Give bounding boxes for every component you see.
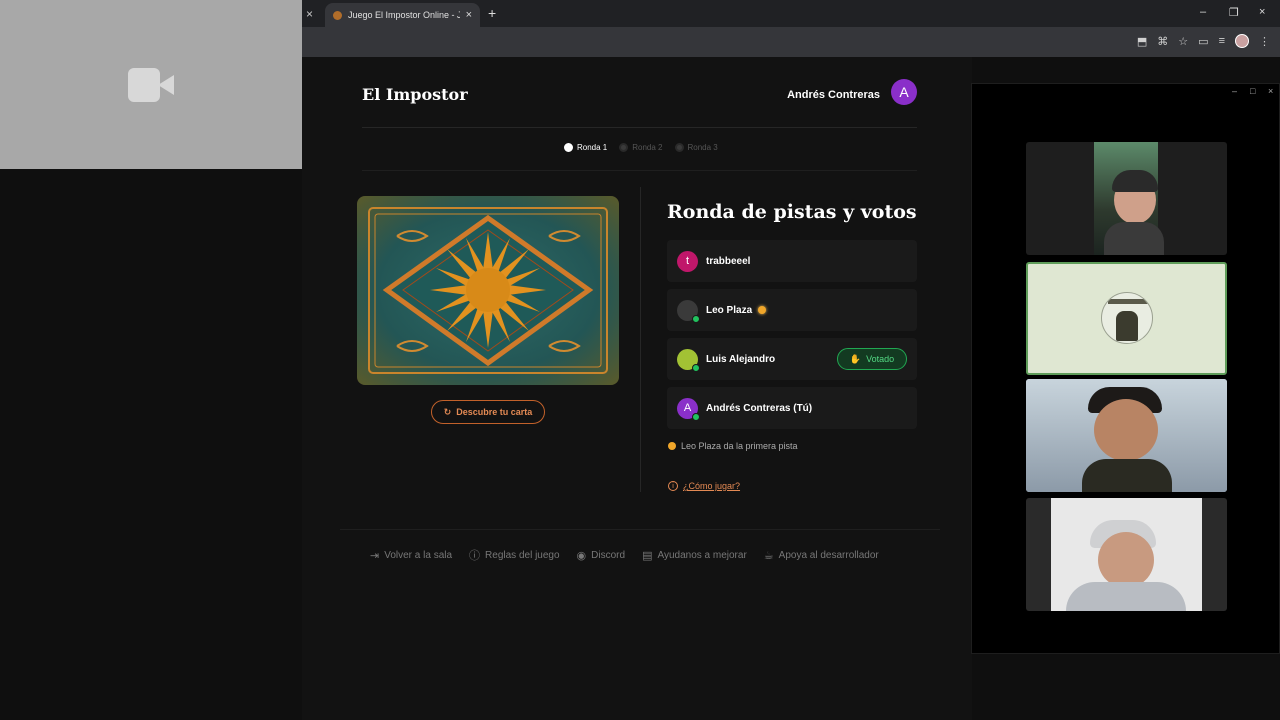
- footer-discord[interactable]: ◉ Discord: [577, 547, 626, 563]
- video-tile[interactable]: [1026, 379, 1227, 492]
- side-panel-icon[interactable]: ▭: [1198, 35, 1208, 48]
- panel-title: Ronda de pistas y votos: [667, 201, 917, 223]
- feedback-icon: ▤: [642, 549, 653, 562]
- player-row[interactable]: t trabbeeel: [667, 240, 917, 282]
- tab-close-icon[interactable]: ×: [306, 7, 313, 21]
- profile-avatar-icon[interactable]: [1235, 34, 1249, 48]
- player-row[interactable]: Luis Alejandro ✋ Votado: [667, 338, 917, 380]
- video-tile-active-speaker[interactable]: [1026, 262, 1227, 375]
- refresh-icon: ↻: [443, 406, 452, 417]
- discord-icon: ◉: [576, 549, 587, 562]
- camera-off-overlay: [0, 0, 302, 169]
- sun-card-art: [368, 207, 608, 374]
- video-tile[interactable]: [1026, 498, 1227, 611]
- hand-icon: ✋: [849, 353, 862, 364]
- player-name: trabbeeel: [706, 255, 751, 267]
- divider: [340, 529, 940, 530]
- footer-feedback[interactable]: ▤ Ayudanos a mejorar: [642, 547, 747, 563]
- bookmark-star-icon[interactable]: ☆: [1178, 35, 1188, 48]
- player-name: Leo Plaza: [706, 304, 753, 316]
- coffee-icon: ☕: [763, 549, 774, 562]
- player-avatar: [677, 348, 700, 372]
- video-tile[interactable]: [1026, 142, 1227, 255]
- exit-icon: ⇥: [370, 549, 380, 562]
- info-icon: i: [668, 481, 678, 491]
- favicon-icon: [333, 10, 342, 20]
- menu-kebab-icon[interactable]: ⋮: [1259, 35, 1270, 48]
- browser-tab-active[interactable]: Juego El Impostor Online - Jugar ×: [325, 3, 480, 27]
- footer-support[interactable]: ☕ Apoya al desarrollador: [764, 547, 879, 563]
- player-row[interactable]: A Andrés Contreras (Tú): [667, 387, 917, 429]
- player-name: Luis Alejandro: [706, 353, 776, 365]
- video-camera-icon: [128, 67, 174, 102]
- footer-rules[interactable]: ⓘ Reglas del juego: [469, 547, 560, 563]
- install-app-icon[interactable]: ⬒: [1137, 35, 1147, 48]
- player-avatar: A: [677, 397, 700, 421]
- reveal-card-button[interactable]: ↻ Descubre tu carta: [431, 400, 545, 424]
- new-tab-button[interactable]: +: [488, 5, 496, 21]
- minimize-icon[interactable]: –: [1232, 86, 1237, 96]
- tab-title: Juego El Impostor Online - Jugar: [348, 10, 460, 20]
- game-card-back[interactable]: [357, 196, 619, 385]
- player-list: t trabbeeel Leo Plaza Luis Alejandro ✋ V…: [667, 240, 917, 436]
- divider: [362, 127, 917, 128]
- close-icon[interactable]: ×: [1268, 86, 1273, 96]
- player-avatar: t: [677, 250, 698, 272]
- divider: [362, 170, 917, 171]
- close-window-icon[interactable]: ×: [1259, 6, 1265, 18]
- game-app: El Impostor Andrés Contreras A Ronda 1 R…: [302, 57, 972, 720]
- video-call-panel: – □ ×: [971, 83, 1280, 654]
- translate-icon[interactable]: ⌘: [1157, 35, 1168, 48]
- media-controls-icon[interactable]: ≡: [1219, 35, 1225, 47]
- divider: [640, 187, 641, 492]
- user-avatar[interactable]: A: [891, 79, 917, 105]
- ready-check-icon: [692, 412, 700, 421]
- info-icon: ⓘ: [469, 550, 481, 562]
- player-row[interactable]: Leo Plaza: [667, 289, 917, 331]
- ready-check-icon: [692, 363, 700, 372]
- player-name: Andrés Contreras (Tú): [706, 402, 813, 414]
- how-to-play-link[interactable]: i ¿Cómo jugar?: [668, 481, 740, 491]
- brand-logo[interactable]: El Impostor: [362, 85, 468, 104]
- round-step-1: Ronda 1: [564, 143, 607, 152]
- sun-icon: [758, 306, 767, 314]
- round-step-3: Ronda 3: [674, 143, 718, 152]
- sun-icon: [668, 442, 676, 450]
- minimize-icon[interactable]: –: [1200, 6, 1206, 18]
- voted-button[interactable]: ✋ Votado: [837, 348, 907, 370]
- player-avatar: [677, 299, 700, 323]
- footer-links: ⇥ Volver a la sala ⓘ Reglas del juego ◉ Dis…: [370, 547, 879, 563]
- tab-close-icon[interactable]: ×: [466, 9, 472, 21]
- user-name: Andrés Contreras: [787, 89, 880, 101]
- clue-hint: Leo Plaza da la primera pista: [668, 441, 798, 451]
- round-indicator: Ronda 1 Ronda 2 Ronda 3: [564, 143, 718, 152]
- maximize-icon[interactable]: □: [1250, 86, 1255, 96]
- ready-check-icon: [692, 314, 700, 323]
- restore-icon[interactable]: ❐: [1229, 6, 1239, 19]
- footer-back-to-room[interactable]: ⇥ Volver a la sala: [370, 547, 452, 563]
- round-step-2: Ronda 2: [619, 143, 663, 152]
